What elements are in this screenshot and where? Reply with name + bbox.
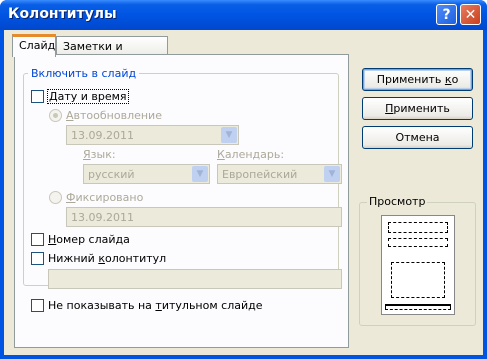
dialog-window: Колонтитулы ? ✕ Слайд Заметки и выдачи В…: [0, 0, 487, 359]
auto-update-radio[interactable]: [49, 109, 62, 122]
tab-panel: Включить в слайд Дату и время Автообновл…: [14, 54, 349, 348]
fixed-date-input[interactable]: 13.09.2011: [66, 207, 342, 227]
apply-button[interactable]: Применить: [362, 97, 473, 120]
tab-notes-handouts[interactable]: Заметки и выдачи: [56, 36, 168, 66]
preview-label: Просмотр: [367, 195, 428, 208]
language-select[interactable]: русский ▼: [83, 164, 210, 184]
footer-label: Нижний колонтитул: [48, 252, 167, 265]
chevron-down-icon: ▼: [221, 127, 237, 143]
dont-show-title-checkbox[interactable]: [31, 299, 44, 312]
window-title: Колонтитулы: [8, 6, 117, 22]
language-label: Язык:: [83, 148, 116, 161]
calendar-value: Европейский: [222, 168, 298, 181]
close-icon: ✕: [464, 6, 477, 23]
footer-checkbox[interactable]: [31, 252, 44, 265]
help-icon: ?: [442, 6, 451, 23]
tab-slide[interactable]: Слайд: [12, 34, 56, 57]
slide-number-label: Номер слайда: [48, 233, 130, 246]
auto-date-select[interactable]: 13.09.2011 ▼: [66, 125, 239, 145]
tab-slide-label: Слайд: [19, 39, 56, 52]
auto-date-value: 13.09.2011: [71, 129, 134, 142]
language-value: русский: [88, 168, 135, 181]
preview-subtitle-placeholder: [388, 238, 448, 247]
fixed-label: Фиксировано: [66, 191, 144, 204]
fixed-date-value: 13.09.2011: [71, 211, 134, 224]
help-button[interactable]: ?: [436, 4, 457, 25]
preview-footer-placeholder: [385, 306, 451, 310]
chevron-down-icon: ▼: [192, 166, 208, 182]
date-time-checkbox[interactable]: [31, 90, 44, 103]
apply-all-button[interactable]: Применить ко всем: [362, 68, 473, 107]
slide-number-checkbox[interactable]: [31, 233, 44, 246]
calendar-label: Календарь:: [217, 148, 285, 161]
dialog-client: Слайд Заметки и выдачи Включить в слайд …: [4, 30, 483, 355]
footer-text-input[interactable]: [48, 269, 342, 289]
preview-body-placeholder: [391, 262, 445, 298]
dont-show-title-label: Не показывать на титульном слайде: [48, 299, 263, 312]
titlebar[interactable]: Колонтитулы ? ✕: [0, 0, 487, 30]
close-button[interactable]: ✕: [460, 4, 481, 25]
preview-title-placeholder: [388, 222, 448, 233]
fixed-radio[interactable]: [49, 191, 62, 204]
date-time-label: Дату и время: [47, 89, 129, 104]
chevron-down-icon: ▼: [324, 166, 340, 182]
calendar-select[interactable]: Европейский ▼: [217, 164, 342, 184]
preview-slide-thumbnail: [381, 215, 455, 315]
cancel-button[interactable]: Отмена: [362, 126, 473, 149]
auto-update-label: Автообновление: [66, 109, 162, 122]
include-group-label: Включить в слайд: [28, 67, 140, 80]
